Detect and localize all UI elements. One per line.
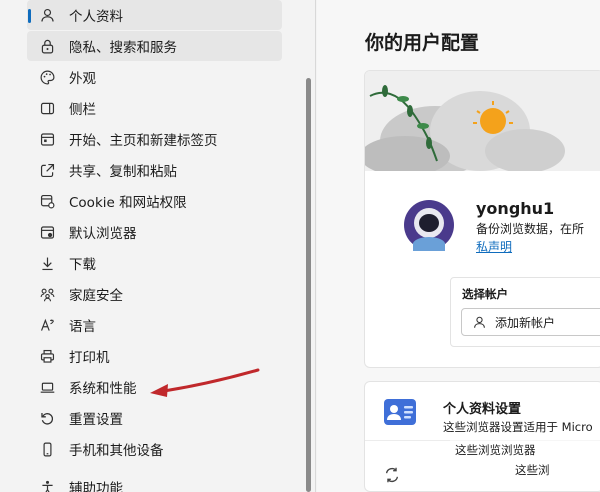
sidebar-item-profile[interactable]: 个人资料 [27, 0, 282, 30]
site-permissions-icon [37, 191, 57, 211]
sidebar-item-label: 手机和其他设备 [69, 443, 164, 459]
privacy-statement-link[interactable]: 私声明 [476, 238, 512, 255]
add-user-icon [474, 316, 485, 328]
sidebar-item-appearance[interactable]: 外观 [27, 62, 282, 92]
family-icon [37, 284, 57, 304]
sidebar-item-label: 开始、主页和新建标签页 [69, 133, 218, 149]
sidebar-item-label: 外观 [69, 71, 96, 87]
sidebar-item-label: 默认浏览器 [69, 226, 137, 242]
account-selector: 选择帐户 添加新帐户 [450, 277, 600, 347]
avatar[interactable] [403, 199, 455, 251]
settings-sidebar: 个人资料 隐私、搜索和服务 外观 侧栏 开始、主页和新建标签页 共享、复制和粘贴 [0, 0, 300, 492]
sidebar-item-label: 语言 [69, 319, 96, 335]
language-icon [37, 315, 57, 335]
sidebar-item-default-browser[interactable]: 默认浏览器 [27, 217, 282, 247]
sidebar-item-languages[interactable]: 语言 [27, 310, 282, 340]
sync-icon[interactable] [383, 466, 401, 484]
annotation-arrow [150, 368, 260, 397]
sidebar-item-label: 个人资料 [69, 9, 123, 25]
sidebar-item-label: 侧栏 [69, 102, 96, 118]
download-icon [37, 253, 57, 273]
ghost-text-line1: 这些浏览浏览器 [455, 443, 536, 457]
page-title: 你的用户配置 [365, 32, 480, 54]
sidebar-item-downloads[interactable]: 下载 [27, 248, 282, 278]
account-label: 选择帐户 [462, 287, 508, 301]
profile-settings-icon [384, 399, 416, 425]
sidebar-item-label: 重置设置 [69, 412, 123, 428]
main-content: 你的用户配置 yonghu1 备份浏览数据，在所 私声明 选择帐户 添加新帐户 … [317, 0, 600, 492]
profile-username: yonghu1 [476, 199, 555, 218]
selection-indicator [28, 9, 31, 23]
sidebar-item-share-copy-paste[interactable]: 共享、复制和粘贴 [27, 155, 282, 185]
add-account-button[interactable]: 添加新帐户 [461, 308, 600, 336]
profile-settings-description: 这些浏览器设置适用于 Micro [443, 420, 593, 434]
profile-settings-card[interactable]: 个人资料设置 这些浏览器设置适用于 Micro 这些浏览浏览器 这些浏 [364, 381, 600, 492]
home-tabs-icon [37, 129, 57, 149]
laptop-icon [37, 377, 57, 397]
sidebar-item-label: 隐私、搜索和服务 [69, 40, 177, 56]
add-account-label: 添加新帐户 [495, 315, 556, 330]
browser-icon [37, 222, 57, 242]
printer-icon [37, 346, 57, 366]
sidebar-item-label: 共享、复制和粘贴 [69, 164, 177, 180]
sidebar-scrollbar-thumb[interactable] [306, 78, 311, 492]
accessibility-icon [37, 477, 57, 492]
sidebar-item-sidebar[interactable]: 侧栏 [27, 93, 282, 123]
sidebar-item-label: Cookie 和网站权限 [69, 195, 187, 211]
profile-card: yonghu1 备份浏览数据，在所 私声明 选择帐户 添加新帐户 [364, 70, 600, 368]
sidebar-item-phone-devices[interactable]: 手机和其他设备 [27, 434, 282, 464]
sidebar-item-label: 下载 [69, 257, 96, 273]
sidebar-item-label: 家庭安全 [69, 288, 123, 304]
user-icon [37, 5, 57, 25]
profile-settings-title: 个人资料设置 [443, 402, 522, 417]
profile-description: 备份浏览数据，在所 [476, 222, 585, 236]
profile-banner-image [365, 71, 600, 171]
sidebar-item-start-home[interactable]: 开始、主页和新建标签页 [27, 124, 282, 154]
sidebar-item-accessibility[interactable]: 辅助功能 [27, 472, 282, 492]
sidebar-item-privacy[interactable]: 隐私、搜索和服务 [27, 31, 282, 61]
sidebar-item-label: 打印机 [69, 350, 110, 366]
lock-icon [37, 36, 57, 56]
share-icon [37, 160, 57, 180]
ghost-text-line2: 这些浏 [515, 463, 550, 477]
reset-icon [37, 408, 57, 428]
sidebar-item-label: 辅助功能 [69, 481, 123, 492]
sidebar-item-family-safety[interactable]: 家庭安全 [27, 279, 282, 309]
sidebar-item-label: 系统和性能 [69, 381, 137, 397]
palette-icon [37, 67, 57, 87]
phone-icon [37, 439, 57, 459]
sidebar-item-cookies[interactable]: Cookie 和网站权限 [27, 186, 282, 216]
sidebar-icon [37, 98, 57, 118]
